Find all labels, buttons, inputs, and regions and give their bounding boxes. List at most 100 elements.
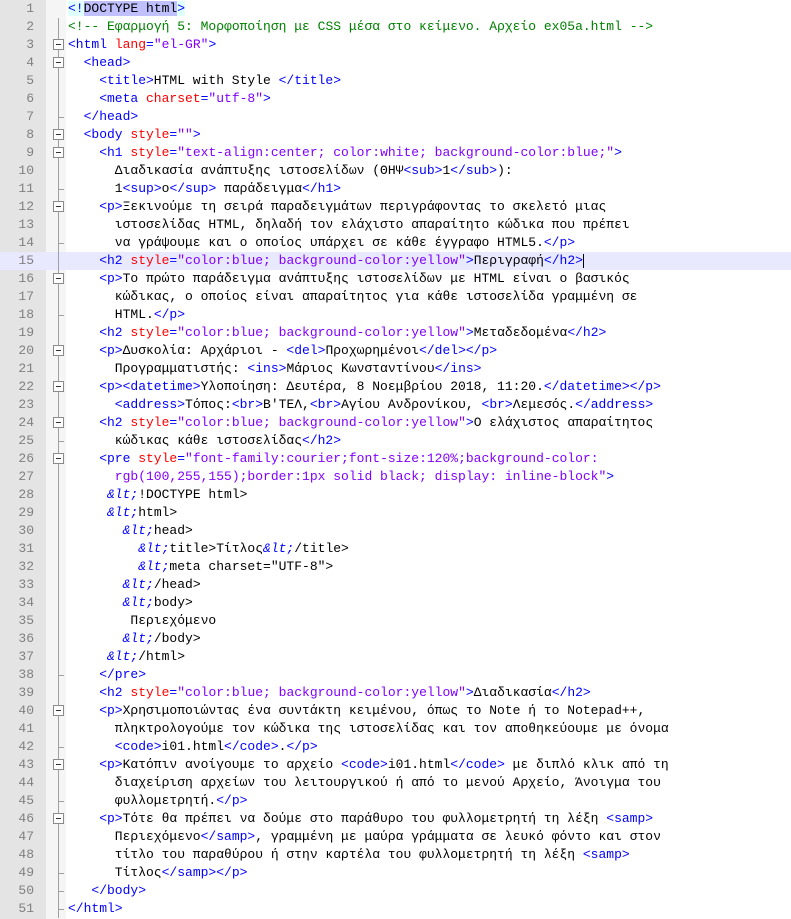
fold-toggle-icon[interactable] (53, 378, 65, 396)
code-line[interactable]: 46 <p>Τότε θα πρέπει να δούμε στο παράθυρ… (0, 810, 791, 828)
code-line[interactable]: 23 <address>Τόπος:<br>Β'ΤΕΛ,<br>Αγίου Ανδ… (0, 396, 791, 414)
fold-end-icon (53, 900, 65, 918)
line-number: 46 (18, 811, 34, 826)
code-line[interactable]: 42 <code>i01.html</code>.</p> (0, 738, 791, 756)
code-text: HTML.</p> (115, 306, 185, 324)
code-line[interactable]: 28 &lt;!DOCTYPE html> (0, 486, 791, 504)
fold-end-icon (53, 234, 65, 252)
token-attr: style (130, 145, 170, 160)
code-text: φυλλομετρητή.</p> (115, 792, 248, 810)
code-line[interactable]: 50 </body> (0, 882, 791, 900)
code-line[interactable]: 48 τίτλο του παραθύρου ή στην καρτέλα του… (0, 846, 791, 864)
code-line[interactable]: 25 κώδικας κάθε ιστοσελίδας</h2> (0, 432, 791, 450)
code-line[interactable]: 29 &lt;html> (0, 504, 791, 522)
fold-toggle-icon[interactable] (53, 36, 65, 54)
fold-toggle-icon[interactable] (53, 450, 65, 468)
code-line[interactable]: 32 &lt;meta charset="UTF-8"> (0, 558, 791, 576)
fold-toggle-icon[interactable] (53, 126, 65, 144)
token-tag: <html (68, 37, 115, 52)
code-line[interactable]: 21 Προγραμματιστής: <ins>Μάριος Κωνσταντί… (0, 360, 791, 378)
code-line[interactable]: 2 <!-- Εφαρμογή 5: Μορφοποίηση με CSS μέσ… (0, 18, 791, 36)
code-line[interactable]: 43 <p>Κατόπιν ανοίγουμε το αρχείο <code>i… (0, 756, 791, 774)
token-txt: Περιεχόμενο (130, 613, 217, 628)
code-text: Περιεχόμενο</samp>, γραμμένη με μαύρα γρ… (115, 828, 661, 846)
fold-toggle-icon[interactable] (53, 144, 65, 162)
fold-toggle-icon[interactable] (53, 270, 65, 288)
code-line[interactable]: 13 ιστοσελίδας HTML, δηλαδή τον ελάχιστο … (0, 216, 791, 234)
code-line[interactable]: 4 <head> (0, 54, 791, 72)
token-ent: &lt; (122, 595, 154, 610)
code-text: <html lang="el-GR"> (68, 36, 216, 54)
code-line[interactable]: 34 &lt;body> (0, 594, 791, 612)
code-line[interactable]: 51 </html> (0, 900, 791, 918)
code-text: Περιεχόμενο (130, 612, 216, 630)
fold-toggle-icon[interactable] (53, 414, 65, 432)
line-number: 30 (18, 523, 34, 538)
fold-end-icon (53, 792, 65, 810)
code-line[interactable]: 40 <p>Χρησιμοποιώντας ένα συντάκτη κειμέν… (0, 702, 791, 720)
fold-toggle-icon[interactable] (53, 54, 65, 72)
code-text: <pre style="font-family:courier;font-siz… (99, 450, 598, 468)
token-tag: <code> (341, 757, 388, 772)
code-line[interactable]: 22 <p><datetime>Υλοποίηση: Δευτέρα, 8 Νοε… (0, 378, 791, 396)
fold-end-icon (53, 864, 65, 882)
token-tag: <p> (99, 271, 123, 286)
line-number: 21 (18, 361, 34, 376)
fold-toggle-icon[interactable] (53, 198, 65, 216)
code-line[interactable]: 39 <h2 style="color:blue; background-colo… (0, 684, 791, 702)
code-line[interactable]: 15 <h2 style="color:blue; background-colo… (0, 252, 791, 270)
code-line[interactable]: 14 να γράψουμε και ο οποίος υπάρχει σε κά… (0, 234, 791, 252)
line-number: 17 (18, 289, 34, 304)
code-text: <h2 style="color:blue; background-color:… (99, 414, 653, 432)
code-line[interactable]: 11 1<sup>ο</sup> παράδειγμα</h1> (0, 180, 791, 198)
code-line[interactable]: 1 <!DOCTYPE html> (0, 0, 791, 18)
code-line[interactable]: 33 &lt;/head> (0, 576, 791, 594)
text-caret (582, 253, 584, 268)
token-tag: <h2 (99, 253, 131, 268)
token-txt: Δυσκολία: Αρχάριοι - (122, 343, 287, 358)
code-line[interactable]: 12 <p>Ξεκινούμε τη σειρά παραδειγμάτων πε… (0, 198, 791, 216)
token-txt: /title> (294, 541, 349, 556)
code-line[interactable]: 8 <body style=""> (0, 126, 791, 144)
code-line[interactable]: 7 </head> (0, 108, 791, 126)
code-line[interactable]: 47 Περιεχόμενο</samp>, γραμμένη με μαύρα … (0, 828, 791, 846)
code-line[interactable]: 5 <title>HTML with Style </title> (0, 72, 791, 90)
fold-toggle-icon[interactable] (53, 342, 65, 360)
code-line[interactable]: 10 Διαδικασία ανάπτυξης ιστοσελίδων (ΘΗΨ<… (0, 162, 791, 180)
code-line[interactable]: 41 πληκτρολογούμε τον κώδικα της ιστοσελί… (0, 720, 791, 738)
code-line[interactable]: 31 &lt;title>Τίτλος&lt;/title> (0, 540, 791, 558)
token-txt: 1 (114, 181, 123, 196)
code-line[interactable]: 35 Περιεχόμενο (0, 612, 791, 630)
fold-toggle-icon[interactable] (53, 702, 65, 720)
code-line[interactable]: 9 <h1 style="text-align:center; color:whi… (0, 144, 791, 162)
code-line[interactable]: 3 <html lang="el-GR"> (0, 36, 791, 54)
line-number: 50 (18, 883, 34, 898)
code-line[interactable]: 30 &lt;head> (0, 522, 791, 540)
code-line[interactable]: 38 </pre> (0, 666, 791, 684)
code-line[interactable]: 36 &lt;/body> (0, 630, 791, 648)
token-txt: Προχωρημένοι (325, 343, 420, 358)
code-line[interactable]: 17 κώδικας, ο οποίος είναι απαραίτητος γι… (0, 288, 791, 306)
token-tag: </samp></p> (161, 865, 248, 880)
token-txt: HTML. (114, 307, 154, 322)
code-line[interactable]: 37 &lt;/html> (0, 648, 791, 666)
code-line[interactable]: 49 Τίτλος</samp></p> (0, 864, 791, 882)
code-line[interactable]: 20 <p>Δυσκολία: Αρχάριοι - <del>Προχωρημέ… (0, 342, 791, 360)
code-editor[interactable]: 1 <!DOCTYPE html> 2 <!-- Εφαρμογή 5: Μορφοπ… (0, 0, 791, 919)
code-line[interactable]: 6 <meta charset="utf-8"> (0, 90, 791, 108)
fold-line-icon (53, 252, 65, 270)
code-line[interactable]: 19 <h2 style="color:blue; background-colo… (0, 324, 791, 342)
code-text: <p>Χρησιμοποιώντας ένα συντάκτη κειμένου… (99, 702, 645, 720)
fold-line-icon (53, 360, 65, 378)
code-line[interactable]: 26 <pre style="font-family:courier;font-s… (0, 450, 791, 468)
code-line[interactable]: 24 <h2 style="color:blue; background-colo… (0, 414, 791, 432)
fold-toggle-icon[interactable] (53, 756, 65, 774)
code-line[interactable]: 44 διαχείριση αρχείων του λειτουργικού ή … (0, 774, 791, 792)
fold-toggle-icon[interactable] (53, 810, 65, 828)
line-number: 22 (18, 379, 34, 394)
code-line[interactable]: 45 φυλλομετρητή.</p> (0, 792, 791, 810)
code-text: τίτλο του παραθύρου ή στην καρτέλα του φ… (115, 846, 630, 864)
code-line[interactable]: 18 HTML.</p> (0, 306, 791, 324)
code-line[interactable]: 16 <p>Το πρώτο παράδειγμα ανάπτυξης ιστοσ… (0, 270, 791, 288)
code-line[interactable]: 27 rgb(100,255,155);border:1px solid blac… (0, 468, 791, 486)
